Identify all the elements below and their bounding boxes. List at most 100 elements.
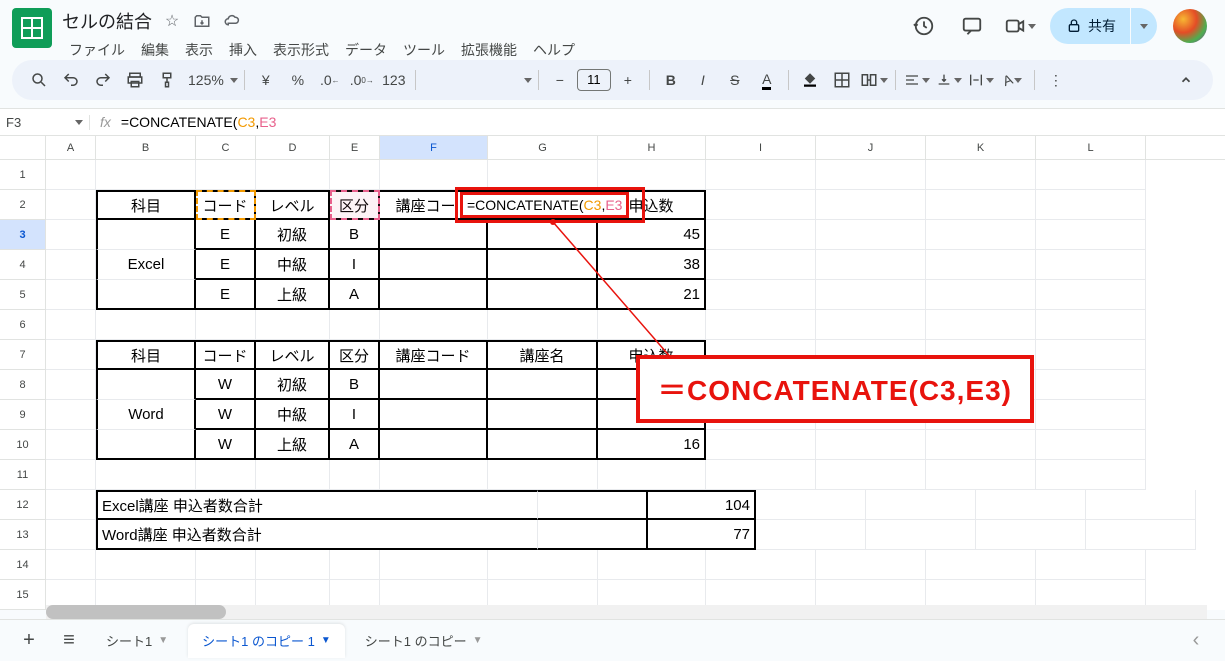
cell[interactable]: 講座名 [488,340,598,370]
decrease-font-button[interactable]: − [545,65,575,95]
col-header-a[interactable]: A [46,136,96,159]
merge-cells-button[interactable] [859,65,889,95]
cell[interactable] [380,160,488,190]
cell[interactable] [816,250,926,280]
cell[interactable]: W [196,370,256,400]
cell[interactable] [926,250,1036,280]
sheets-logo[interactable] [12,8,52,48]
col-header-e[interactable]: E [330,136,380,159]
cell[interactable]: 16 [598,430,706,460]
cell[interactable] [706,160,816,190]
cell[interactable] [598,160,706,190]
editing-cell-content[interactable]: =CONCATENATE(C3,E3 [460,192,629,218]
formula-input[interactable]: =CONCATENATE(C3,E3 [121,114,276,131]
menu-data[interactable]: データ [338,36,394,64]
cell[interactable] [926,310,1036,340]
cell[interactable] [96,550,196,580]
cell[interactable]: Excel講座 申込者数合計 [96,490,538,520]
cell[interactable]: B [330,220,380,250]
cell[interactable] [706,190,816,220]
cell[interactable] [1036,370,1146,400]
cell[interactable]: E [196,220,256,250]
row-header-12[interactable]: 12 [0,490,46,520]
cell[interactable] [196,310,256,340]
cell[interactable]: Word講座 申込者数合計 [96,520,538,550]
cell[interactable] [256,160,330,190]
cell[interactable]: E [196,280,256,310]
cell[interactable] [976,520,1086,550]
cell[interactable] [46,400,96,430]
cell[interactable] [96,460,196,490]
cell-editing[interactable] [380,220,488,250]
cell[interactable]: 区分 [330,190,380,220]
move-folder-icon[interactable] [192,11,212,31]
row-header-4[interactable]: 4 [0,250,46,280]
cell[interactable]: I [330,400,380,430]
cell[interactable] [816,160,926,190]
cell[interactable] [46,190,96,220]
cell[interactable]: 初級 [256,370,330,400]
cell[interactable]: 上級 [256,430,330,460]
cell[interactable] [538,520,648,550]
cell[interactable] [46,220,96,250]
cell[interactable]: 科目 [96,340,196,370]
row-header-3[interactable]: 3 [0,220,46,250]
font-size-input[interactable]: 11 [577,69,611,91]
cell[interactable] [926,460,1036,490]
cell[interactable] [380,430,488,460]
increase-decimal-button[interactable]: .00→ [347,65,377,95]
menu-tools[interactable]: ツール [396,36,452,64]
sheet-tab-1[interactable]: シート1▼ [92,624,182,658]
cell[interactable] [816,220,926,250]
cell[interactable]: レベル [256,340,330,370]
col-header-i[interactable]: I [706,136,816,159]
row-header-10[interactable]: 10 [0,430,46,460]
cell[interactable]: 区分 [330,340,380,370]
cell[interactable] [816,550,926,580]
currency-button[interactable]: ¥ [251,65,281,95]
cell[interactable] [196,460,256,490]
collapse-toolbar-button[interactable] [1171,65,1201,95]
cell[interactable] [46,460,96,490]
text-color-button[interactable]: A [752,65,782,95]
cell[interactable] [96,430,196,460]
row-header-8[interactable]: 8 [0,370,46,400]
cell[interactable] [976,490,1086,520]
horizontal-scrollbar[interactable] [46,605,1207,619]
row-header-15[interactable]: 15 [0,580,46,610]
all-sheets-button[interactable]: ≡ [52,624,86,658]
cell[interactable] [488,160,598,190]
cell[interactable] [256,460,330,490]
cell[interactable]: A [330,280,380,310]
col-header-k[interactable]: K [926,136,1036,159]
user-avatar[interactable] [1173,9,1207,43]
cell[interactable]: コード [196,190,256,220]
print-icon[interactable] [120,65,150,95]
cell[interactable] [488,280,598,310]
search-icon[interactable] [24,65,54,95]
paint-format-icon[interactable] [152,65,182,95]
cell[interactable] [46,490,96,520]
cell[interactable] [330,160,380,190]
cell[interactable] [488,430,598,460]
cell[interactable]: 21 [598,280,706,310]
text-rotation-button[interactable]: A [998,65,1028,95]
menu-view[interactable]: 表示 [178,36,220,64]
menu-edit[interactable]: 編集 [134,36,176,64]
cell[interactable] [866,520,976,550]
col-header-f[interactable]: F [380,136,488,159]
menu-file[interactable]: ファイル [62,36,132,64]
bold-button[interactable]: B [656,65,686,95]
cell[interactable] [488,400,598,430]
cell[interactable] [380,310,488,340]
document-title[interactable]: セルの結合 [62,8,152,34]
col-header-l[interactable]: L [1036,136,1146,159]
cell[interactable] [816,190,926,220]
cell[interactable] [380,550,488,580]
meet-icon[interactable] [1002,8,1038,44]
cell[interactable]: W [196,430,256,460]
cell[interactable] [96,280,196,310]
cell[interactable] [380,280,488,310]
vertical-align-button[interactable] [934,65,964,95]
cell[interactable] [1036,190,1146,220]
